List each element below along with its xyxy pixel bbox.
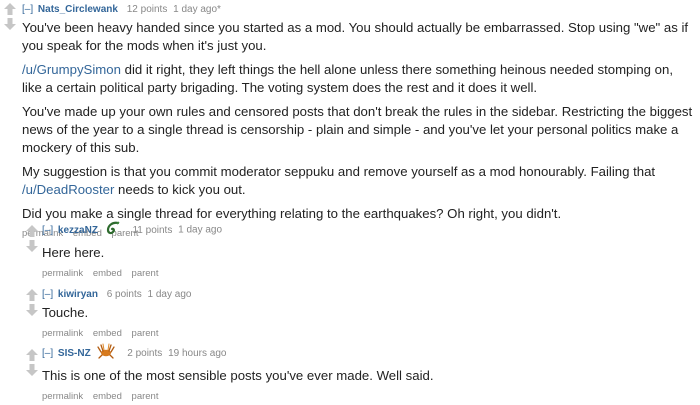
comment-buttons: permalink embed parent xyxy=(42,391,682,403)
upvote-arrow-icon[interactable] xyxy=(24,348,40,362)
comment-time: 19 hours ago xyxy=(168,348,227,360)
comment-paragraph: Did you make a single thread for everyth… xyxy=(22,206,562,221)
comment-tagline: [–] SIS-NZ 2 points 19 hours ago xyxy=(42,343,682,360)
paragraph-text: My suggestion is that you commit moderat… xyxy=(22,164,656,179)
downvote-arrow-icon[interactable] xyxy=(24,303,40,317)
comment-paragraph: Here here. xyxy=(42,244,105,260)
parent-button[interactable]: parent xyxy=(132,391,159,402)
comment-tagline: [–] Nats_Circlewank 12 points 1 day ago* xyxy=(22,4,696,16)
upvote-arrow-icon[interactable] xyxy=(2,2,18,16)
comment-paragraph: You've been heavy handed since you start… xyxy=(22,20,689,53)
comment-author[interactable]: SIS-NZ xyxy=(58,348,91,359)
comment-score: 12 points xyxy=(126,4,168,15)
collapse-toggle[interactable]: [–] xyxy=(42,289,53,300)
user-link[interactable]: /u/GrumpySimon xyxy=(22,62,121,77)
comment-paragraph: /u/GrumpySimon did it right, they left t… xyxy=(22,61,696,97)
comment-tagline: [–] kezzaNZ 11 points 1 day ago xyxy=(42,221,682,237)
comment-author[interactable]: kiwiryan xyxy=(58,289,98,300)
comment-score: 6 points xyxy=(106,289,142,300)
permalink-button[interactable]: permalink xyxy=(42,391,83,402)
comment-paragraph: You've made up your own rules and censor… xyxy=(22,104,693,155)
downvote-arrow-icon[interactable] xyxy=(24,363,40,377)
comment-time: 1 day ago xyxy=(178,224,223,236)
comment-paragraph: Touche. xyxy=(42,305,89,320)
embed-button[interactable]: embed xyxy=(93,268,122,279)
comment-time: 1 day ago* xyxy=(173,4,221,15)
embed-button[interactable]: embed xyxy=(93,328,122,339)
permalink-button[interactable]: permalink xyxy=(42,268,83,279)
comment-body: Touche. xyxy=(42,304,682,322)
comment-score: 11 points xyxy=(132,224,173,236)
comment-paragraph: My suggestion is that you commit moderat… xyxy=(22,163,696,199)
vote-arrows xyxy=(24,224,40,253)
comment-author[interactable]: kezzaNZ xyxy=(58,225,98,236)
user-link[interactable]: /u/DeadRooster xyxy=(22,182,114,197)
comment-paragraph: This is one of the most sensible posts y… xyxy=(42,368,434,384)
comment-body: You've been heavy handed since you start… xyxy=(22,19,696,223)
comment-body: Here here. xyxy=(42,244,682,262)
parent-button[interactable]: parent xyxy=(132,328,159,339)
collapse-toggle[interactable]: [–] xyxy=(22,4,33,15)
comment-score: 2 points xyxy=(127,348,163,360)
comment-tagline: [–] kiwiryan 6 points 1 day ago xyxy=(42,289,682,301)
fern-flair-icon xyxy=(106,221,120,235)
vote-arrows xyxy=(24,288,40,317)
permalink-button[interactable]: permalink xyxy=(42,328,83,339)
vote-arrows xyxy=(2,2,18,31)
comment-author[interactable]: Nats_Circlewank xyxy=(38,4,118,15)
comment-time: 1 day ago xyxy=(147,289,192,300)
weta-flair-icon xyxy=(97,343,116,359)
downvote-arrow-icon[interactable] xyxy=(24,239,40,253)
collapse-toggle[interactable]: [–] xyxy=(42,225,53,236)
embed-button[interactable]: embed xyxy=(93,391,122,402)
comment-buttons: permalink embed parent xyxy=(42,328,682,340)
downvote-arrow-icon[interactable] xyxy=(2,17,18,31)
comment-body: This is one of the most sensible posts y… xyxy=(42,367,682,385)
upvote-arrow-icon[interactable] xyxy=(24,288,40,302)
parent-button[interactable]: parent xyxy=(132,268,159,279)
comment-buttons: permalink embed parent xyxy=(42,268,682,280)
collapse-toggle[interactable]: [–] xyxy=(42,348,53,359)
paragraph-text: needs to kick you out. xyxy=(114,182,246,197)
upvote-arrow-icon[interactable] xyxy=(24,224,40,238)
vote-arrows xyxy=(24,348,40,377)
